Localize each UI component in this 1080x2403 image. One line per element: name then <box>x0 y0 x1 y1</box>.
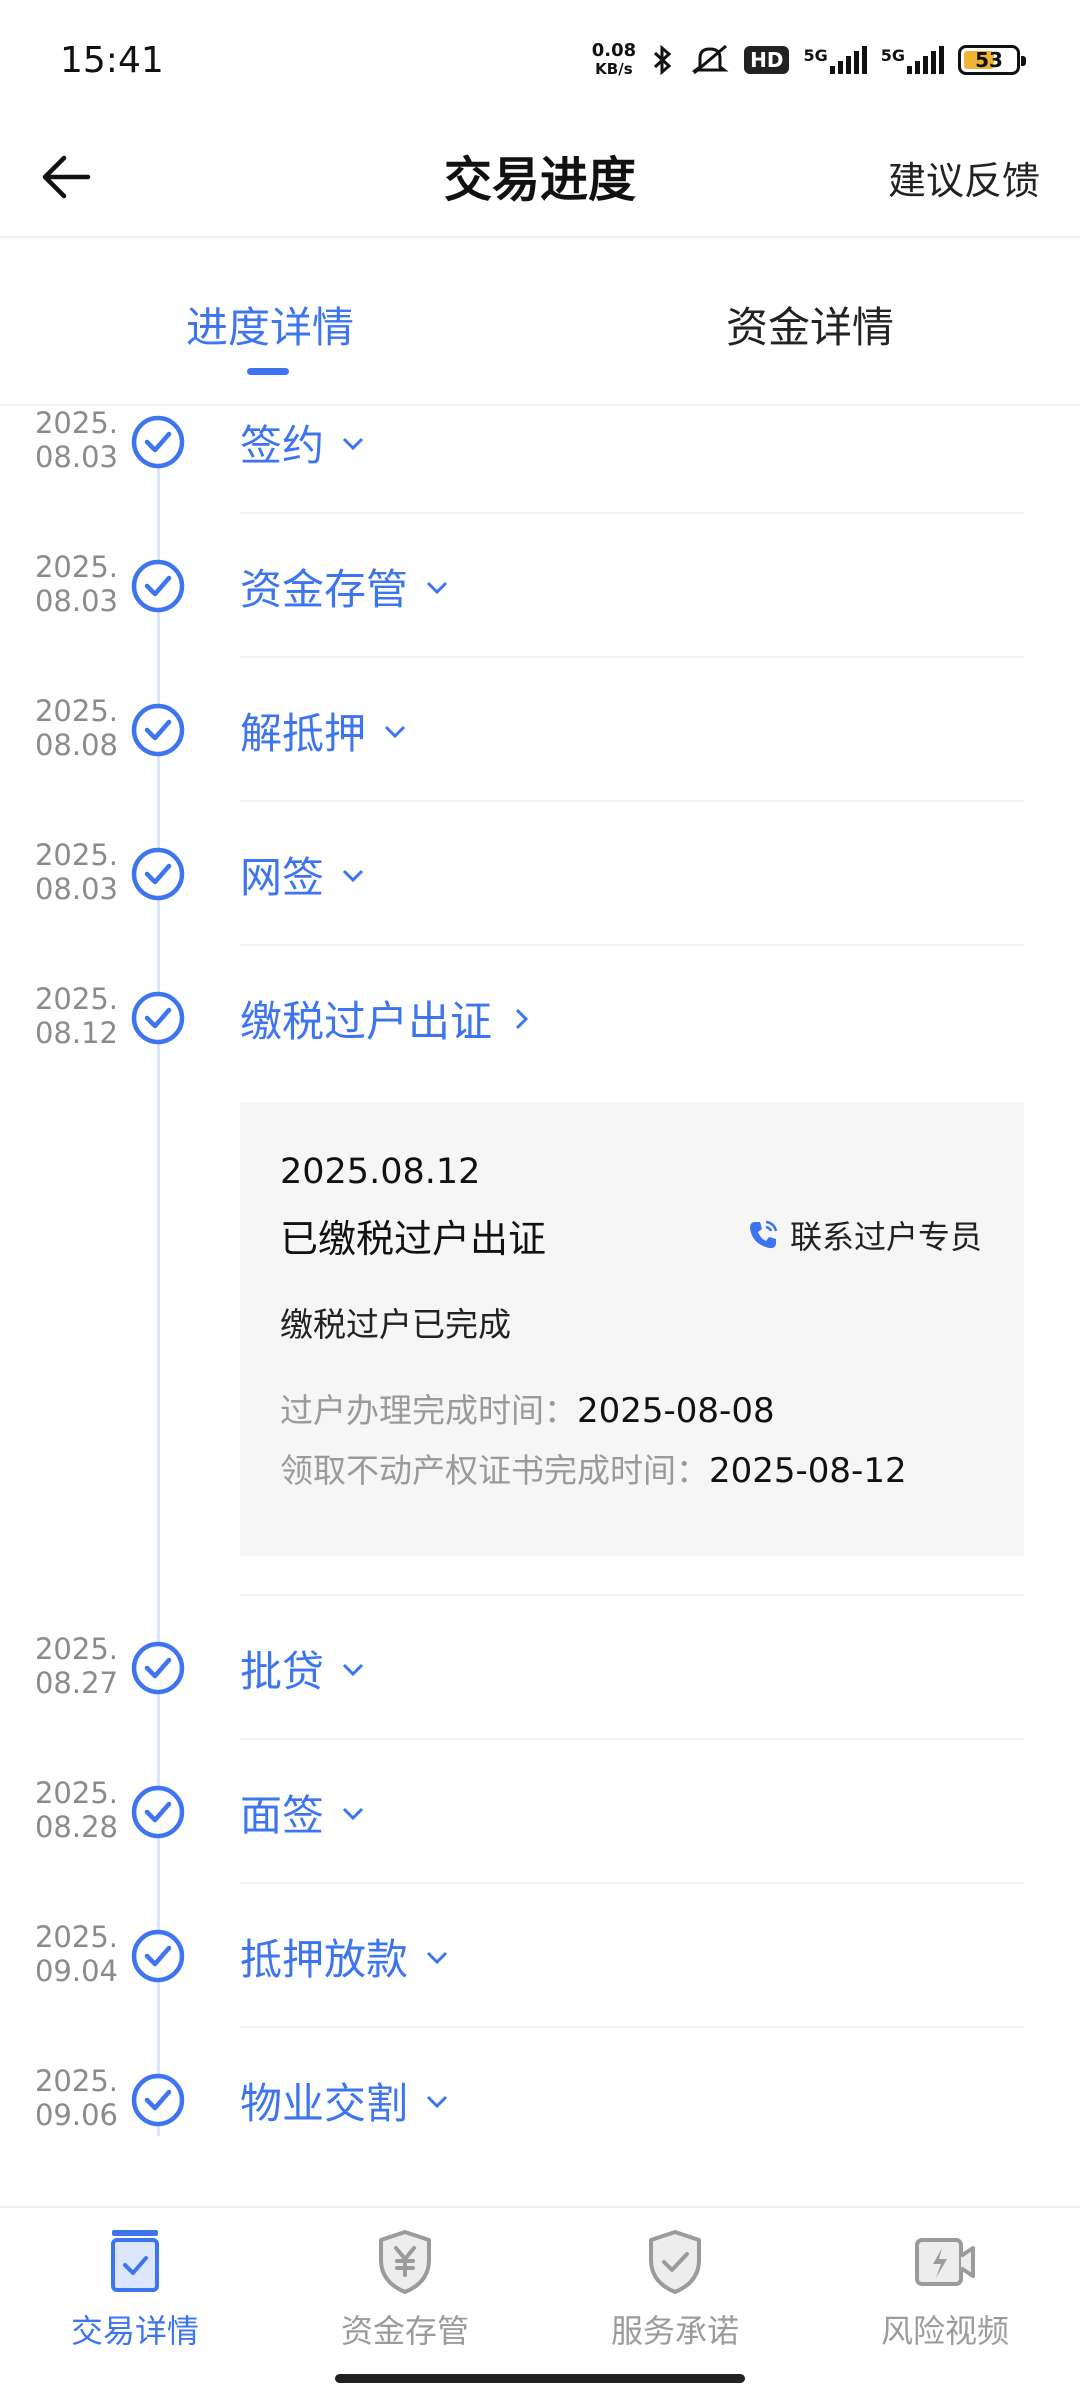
header: 交易进度 建议反馈 <box>0 120 1080 238</box>
step-date: 2025. 09.06 <box>34 2064 118 2132</box>
nav-fund-custody[interactable]: 资金存管 <box>270 2226 540 2352</box>
check-circle-icon <box>131 703 185 757</box>
nav-service-commitment[interactable]: 服务承诺 <box>540 2226 810 2352</box>
hd-badge: HD <box>744 46 790 74</box>
timeline-step: 2025. 08.27 批贷 <box>0 1632 1080 1776</box>
chevron-down-icon <box>342 437 364 450</box>
check-circle-icon <box>131 991 185 1045</box>
tab-bar: 进度详情 资金详情 <box>0 238 1080 406</box>
status-bar: 15:41 0.08 KB/s HD 5G 5G 53 <box>0 0 1080 120</box>
step-detail-card: 2025.08.12 已缴税过户出证 联系过户专员 缴税过户已完成 过户办理完成… <box>240 1102 1024 1556</box>
home-indicator[interactable] <box>335 2374 745 2383</box>
timeline-step: 2025. 09.04 抵押放款 <box>0 1920 1080 2064</box>
status-time: 15:41 <box>60 40 164 81</box>
divider <box>240 944 1024 946</box>
step-title-online-signing[interactable]: 网签 <box>240 844 368 905</box>
phone-icon <box>749 1220 778 1249</box>
chevron-down-icon <box>426 1951 448 1964</box>
check-circle-icon <box>131 1929 185 1983</box>
divider <box>240 1594 1024 1596</box>
signal-2: 5G <box>881 46 944 74</box>
active-tab-indicator <box>247 368 289 375</box>
chevron-down-icon <box>426 581 448 594</box>
chevron-down-icon <box>342 1807 364 1820</box>
chevron-down-icon <box>342 869 364 882</box>
divider <box>240 656 1024 658</box>
divider <box>240 1738 1024 1740</box>
step-date: 2025. 09.04 <box>34 1920 118 1988</box>
video-lightning-icon <box>915 2238 975 2286</box>
card-row-transfer-time: 过户办理完成时间：2025-08-08 <box>280 1391 775 1431</box>
card-title: 已缴税过户出证 <box>280 1217 547 1261</box>
step-date: 2025. 08.08 <box>34 694 118 762</box>
divider <box>240 512 1024 514</box>
check-circle-icon <box>131 2073 185 2127</box>
chevron-down-icon <box>342 1663 364 1676</box>
step-date: 2025. 08.12 <box>34 982 118 1050</box>
timeline-step: 2025. 08.03 网签 <box>0 838 1080 982</box>
timeline-step: 2025. 08.28 面签 <box>0 1776 1080 1920</box>
tab-fund-details[interactable]: 资金详情 <box>540 294 1080 355</box>
divider <box>240 800 1024 802</box>
step-title-loan-approval[interactable]: 批贷 <box>240 1638 368 1699</box>
step-title-face-signing[interactable]: 面签 <box>240 1782 368 1843</box>
chevron-down-icon <box>426 2095 448 2108</box>
battery-icon: 53 <box>958 45 1026 75</box>
shield-yen-icon <box>379 2230 431 2294</box>
signal-1: 5G <box>803 46 867 74</box>
network-speed: 0.08 KB/s <box>591 40 637 79</box>
bluetooth-icon <box>654 44 672 76</box>
shield-check-icon <box>649 2230 701 2294</box>
step-date: 2025. 08.03 <box>34 838 118 906</box>
chevron-right-icon <box>515 1008 529 1029</box>
tab-progress-details[interactable]: 进度详情 <box>0 294 540 355</box>
signal-bars-icon <box>829 46 867 74</box>
nav-transaction-details[interactable]: 交易详情 <box>0 2226 270 2352</box>
timeline-step: 2025. 08.03 签约 <box>0 406 1080 550</box>
mute-bell-icon <box>691 44 729 75</box>
step-date: 2025. 08.03 <box>34 406 118 474</box>
card-status-text: 缴税过户已完成 <box>280 1305 511 1344</box>
check-circle-icon <box>131 559 185 613</box>
step-title-fund-custody[interactable]: 资金存管 <box>240 556 452 617</box>
divider <box>240 1882 1024 1884</box>
check-circle-icon <box>131 1641 185 1695</box>
step-title-tax-transfer-certificate[interactable]: 缴税过户出证 <box>240 988 536 1049</box>
status-icons: 0.08 KB/s HD 5G 5G 53 <box>591 40 1026 79</box>
document-check-icon <box>111 2230 159 2292</box>
timeline-step: 2025. 08.03 资金存管 <box>0 550 1080 694</box>
step-title-mortgage-disbursement[interactable]: 抵押放款 <box>240 1926 452 1987</box>
feedback-button[interactable]: 建议反馈 <box>888 150 1040 205</box>
divider <box>240 2026 1024 2028</box>
check-circle-icon <box>131 847 185 901</box>
signal-bars-icon <box>907 46 944 74</box>
step-title-release-mortgage[interactable]: 解抵押 <box>240 700 410 761</box>
step-title-property-handover[interactable]: 物业交割 <box>240 2070 452 2131</box>
card-date: 2025.08.12 <box>280 1152 481 1192</box>
step-date: 2025. 08.27 <box>34 1632 118 1700</box>
contact-transfer-agent-button[interactable]: 联系过户专员 <box>746 1212 982 1258</box>
check-circle-icon <box>131 1785 185 1839</box>
chevron-down-icon <box>384 725 406 738</box>
step-title-sign-contract[interactable]: 签约 <box>240 412 368 473</box>
card-row-certificate-time: 领取不动产权证书完成时间：2025-08-12 <box>280 1451 907 1491</box>
step-date: 2025. 08.28 <box>34 1776 118 1844</box>
timeline-step: 2025. 09.06 物业交割 <box>0 2064 1080 2208</box>
step-date: 2025. 08.03 <box>34 550 118 618</box>
check-circle-icon <box>131 415 185 469</box>
progress-timeline: 2025. 08.03 签约 2025. 08.03 资金存管 2025. 08… <box>0 406 1080 2206</box>
nav-risk-video[interactable]: 风险视频 <box>810 2226 1080 2352</box>
timeline-step: 2025. 08.08 解抵押 <box>0 694 1080 838</box>
